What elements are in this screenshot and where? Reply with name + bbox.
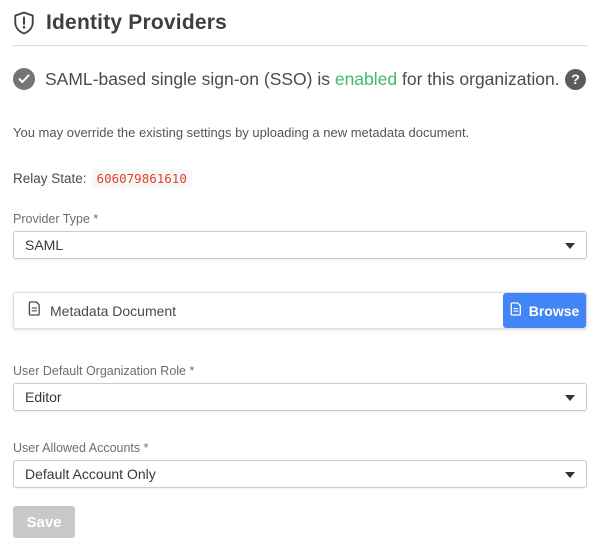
org-role-value: Editor	[25, 389, 62, 405]
sso-status-row: SAML-based single sign-on (SSO) is enabl…	[13, 68, 587, 90]
chevron-down-icon	[565, 395, 575, 401]
relay-state-row: Relay State: 606079861610	[13, 169, 587, 188]
sso-status-text: SAML-based single sign-on (SSO) is enabl…	[45, 69, 560, 90]
chevron-down-icon	[565, 243, 575, 249]
allowed-accounts-value: Default Account Only	[25, 466, 156, 482]
org-role-field: User Default Organization Role * Editor	[13, 364, 587, 411]
allowed-accounts-field: User Allowed Accounts * Default Account …	[13, 441, 587, 488]
file-icon	[28, 301, 41, 321]
provider-type-field: Provider Type * SAML	[13, 212, 587, 259]
metadata-file-input[interactable]: Metadata Document Browse	[13, 292, 587, 329]
page-header: Identity Providers	[13, 0, 587, 46]
chevron-down-icon	[565, 472, 575, 478]
org-role-label: User Default Organization Role *	[13, 364, 587, 378]
allowed-accounts-select[interactable]: Default Account Only	[13, 460, 587, 488]
save-button[interactable]: Save	[13, 506, 75, 538]
browse-label: Browse	[529, 303, 580, 319]
file-icon	[510, 302, 522, 319]
metadata-placeholder: Metadata Document	[50, 303, 176, 319]
browse-button[interactable]: Browse	[503, 293, 586, 328]
org-role-select[interactable]: Editor	[13, 383, 587, 411]
check-circle-icon	[13, 68, 35, 90]
sso-enabled-text: enabled	[335, 69, 397, 89]
shield-alert-icon	[13, 11, 35, 35]
help-icon[interactable]: ?	[565, 69, 586, 90]
override-description: You may override the existing settings b…	[13, 125, 587, 140]
relay-state-label: Relay State:	[13, 171, 87, 186]
provider-type-select[interactable]: SAML	[13, 231, 587, 259]
relay-state-value: 606079861610	[92, 169, 192, 188]
page-title: Identity Providers	[46, 11, 227, 35]
provider-type-value: SAML	[25, 237, 63, 253]
allowed-accounts-label: User Allowed Accounts *	[13, 441, 587, 455]
provider-type-label: Provider Type *	[13, 212, 587, 226]
